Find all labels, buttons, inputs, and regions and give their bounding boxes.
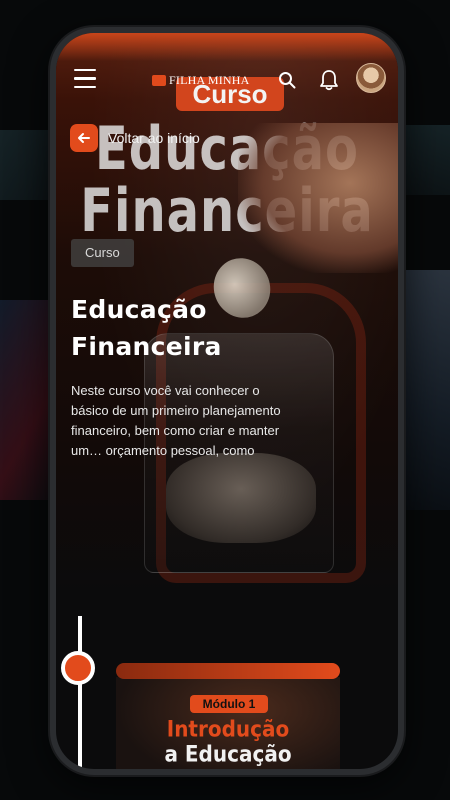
- course-description: Neste curso você vai conhecer o básico d…: [71, 383, 281, 458]
- module-timeline: [78, 616, 82, 769]
- brand-name: FILHA MINHA: [169, 72, 250, 87]
- module-title-line-1: Introdução: [166, 715, 290, 743]
- avatar[interactable]: [356, 63, 386, 93]
- module-badge: Módulo 1: [190, 695, 268, 713]
- module-progress-bar: [116, 663, 340, 679]
- course-title: Educação Financeira: [71, 295, 222, 361]
- brand-logo[interactable]: FILHA MINHA: [152, 71, 250, 89]
- arrow-left-icon: [78, 133, 90, 143]
- module-card[interactable]: Módulo 1 Introdução a Educação Financeir…: [116, 663, 340, 769]
- hand-illustration: [238, 123, 398, 273]
- coins-illustration: [166, 453, 316, 543]
- bell-icon[interactable]: [319, 69, 339, 91]
- back-button[interactable]: [70, 124, 98, 152]
- app-screen: Curso Educação Financeira FILHA MINHA Vo…: [56, 33, 398, 769]
- course-tag: Curso: [71, 239, 134, 267]
- logo-mark-icon: [152, 74, 166, 86]
- back-label[interactable]: Voltar ao início: [108, 130, 200, 146]
- timeline-marker: [61, 651, 95, 685]
- top-bar: FILHA MINHA: [56, 63, 398, 99]
- search-icon[interactable]: [278, 71, 296, 89]
- phone-frame: Curso Educação Financeira FILHA MINHA Vo…: [50, 27, 404, 775]
- background-thumbnail: [405, 270, 450, 510]
- back-link[interactable]: Voltar ao início: [70, 124, 200, 152]
- hamburger-icon[interactable]: [74, 69, 96, 89]
- background-thumbnail: [405, 125, 450, 195]
- module-title-line-2: a Educação Financeira: [164, 740, 292, 769]
